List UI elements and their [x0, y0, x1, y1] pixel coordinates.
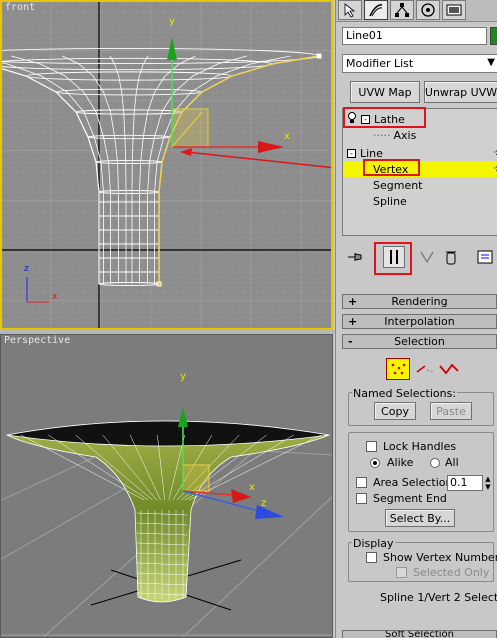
segment-level-button[interactable] — [415, 360, 437, 378]
modify-tab[interactable] — [364, 0, 388, 20]
vertex-callout-box — [363, 159, 420, 176]
stack-item-segment[interactable]: Segment — [343, 177, 497, 193]
front-viewport-canvas — [2, 2, 331, 328]
spinner-arrows-icon[interactable]: ▲ ▼ — [484, 475, 492, 491]
tree-line-icon: ····· — [373, 128, 391, 142]
rollout-selection[interactable]: - Selection — [342, 334, 497, 349]
rollout-interpolation[interactable]: + Interpolation — [342, 314, 497, 329]
unwrap-uvw-button[interactable]: Unwrap UVW — [424, 81, 497, 103]
display-icon — [446, 4, 462, 16]
end-result-callout-box — [374, 242, 412, 275]
hierarchy-tab[interactable] — [390, 0, 414, 20]
stack-item-segment-label: Segment — [373, 178, 423, 192]
rollout-interpolation-title: Interpolation — [384, 315, 455, 328]
stack-toolbar — [336, 244, 497, 274]
gizmo-x-label: x — [284, 131, 290, 142]
segment-end-checkbox[interactable] — [356, 493, 367, 504]
chevron-down-icon: ▼ — [487, 57, 495, 68]
uvw-map-button[interactable]: UVW Map — [350, 81, 420, 103]
stack-item-axis[interactable]: ····· Axis — [343, 127, 497, 143]
lathe-callout-box — [343, 107, 426, 128]
motion-tab[interactable] — [416, 0, 440, 20]
display-group: Display Show Vertex Numbers Selected Onl… — [348, 537, 497, 582]
vertex-level-button[interactable] — [386, 358, 410, 380]
selected-only-checkbox[interactable] — [396, 567, 407, 578]
modifier-list-label: Modifier List — [346, 57, 414, 70]
spline-icon — [439, 363, 459, 375]
rollout-soft-selection[interactable]: Soft Selection — [342, 630, 497, 638]
all-label: All — [445, 456, 459, 469]
rollout-soft-selection-title: Soft Selection — [385, 630, 454, 638]
front-viewport[interactable]: front y x z x — [0, 0, 333, 330]
modifier-list-dropdown[interactable]: Modifier List ▼ — [342, 54, 497, 73]
perspective-viewport-canvas — [1, 407, 332, 637]
all-radio[interactable] — [430, 458, 440, 468]
remove-modifier-button[interactable] — [440, 246, 462, 268]
alike-label: Alike — [387, 456, 414, 469]
rollout-rendering[interactable]: + Rendering — [342, 294, 497, 309]
vertex-marker — [316, 53, 322, 59]
display-group-label: Display — [352, 537, 395, 550]
show-vertex-numbers-label: Show Vertex Numbers — [383, 551, 497, 564]
object-name-field[interactable]: Line01 — [342, 27, 487, 45]
segment-icon — [416, 365, 434, 373]
create-arrow-icon — [344, 3, 356, 18]
motion-icon — [421, 3, 435, 17]
make-unique-icon — [420, 251, 434, 264]
persp-gizmo-x-label: x — [249, 482, 255, 493]
tripod-z-label: z — [24, 264, 29, 274]
vertex-marker — [156, 281, 162, 287]
perspective-viewport[interactable]: Perspective y x z — [0, 334, 333, 638]
named-selections-label: Named Selections: — [352, 387, 458, 400]
expand-minus-icon[interactable]: - — [347, 148, 356, 158]
selected-only-label: Selected Only — [413, 566, 490, 579]
alike-radio[interactable] — [370, 458, 380, 468]
command-panel: Line01 Modifier List ▼ UVW Map Unwrap UV… — [335, 0, 497, 638]
stack-item-line-label: Line — [360, 146, 383, 160]
copy-button[interactable]: Copy — [374, 402, 416, 420]
persp-gizmo-y-label: y — [180, 371, 186, 382]
stack-item-spline-label: Spline — [373, 194, 407, 208]
selection-options-group: Lock Handles Alike All Area Selection: 0… — [348, 432, 494, 532]
stack-item-spline[interactable]: Spline — [343, 193, 497, 209]
perspective-viewport-label[interactable]: Perspective — [4, 335, 70, 346]
configure-icon — [477, 250, 493, 264]
show-vertex-numbers-checkbox[interactable] — [366, 552, 377, 563]
subobject-dots-icon: ·:· — [493, 148, 497, 158]
selection-status-text: Spline 1/Vert 2 Selected — [380, 591, 497, 604]
object-color-swatch[interactable] — [490, 27, 497, 45]
area-selection-spinner[interactable]: 0.1 — [447, 475, 483, 491]
gizmo-y-label: y — [169, 16, 175, 27]
persp-gizmo-z-label: z — [261, 498, 267, 509]
pin-stack-button[interactable] — [344, 246, 366, 268]
paste-button[interactable]: Paste — [430, 402, 472, 420]
front-viewport-label[interactable]: front — [5, 2, 35, 13]
lock-handles-checkbox[interactable] — [366, 441, 377, 452]
area-selection-label: Area Selection: — [373, 476, 457, 489]
vase-body — [5, 420, 331, 603]
display-tab[interactable] — [442, 0, 466, 20]
create-tab[interactable] — [338, 0, 362, 20]
hierarchy-icon — [395, 3, 409, 17]
lock-handles-label: Lock Handles — [383, 440, 457, 453]
named-selections-group: Named Selections: Copy Paste — [348, 387, 494, 426]
pin-icon — [348, 253, 362, 261]
stack-item-axis-label: Axis — [393, 128, 417, 142]
make-unique-button[interactable] — [416, 246, 438, 268]
subobject-dots-icon: ·:· — [493, 164, 497, 174]
vertex-dots-icon — [391, 363, 406, 375]
segment-end-label: Segment End — [373, 492, 447, 505]
trash-icon — [446, 251, 456, 265]
command-panel-tabs — [336, 0, 497, 22]
area-selection-checkbox[interactable] — [356, 477, 367, 488]
modify-icon — [369, 4, 383, 17]
select-by-button[interactable]: Select By... — [385, 509, 455, 527]
rollout-rendering-title: Rendering — [391, 295, 448, 308]
spline-level-button[interactable] — [438, 360, 460, 378]
tripod-x-label: x — [52, 292, 58, 302]
rollout-selection-title: Selection — [394, 335, 445, 348]
configure-modifier-sets-button[interactable] — [474, 246, 496, 268]
